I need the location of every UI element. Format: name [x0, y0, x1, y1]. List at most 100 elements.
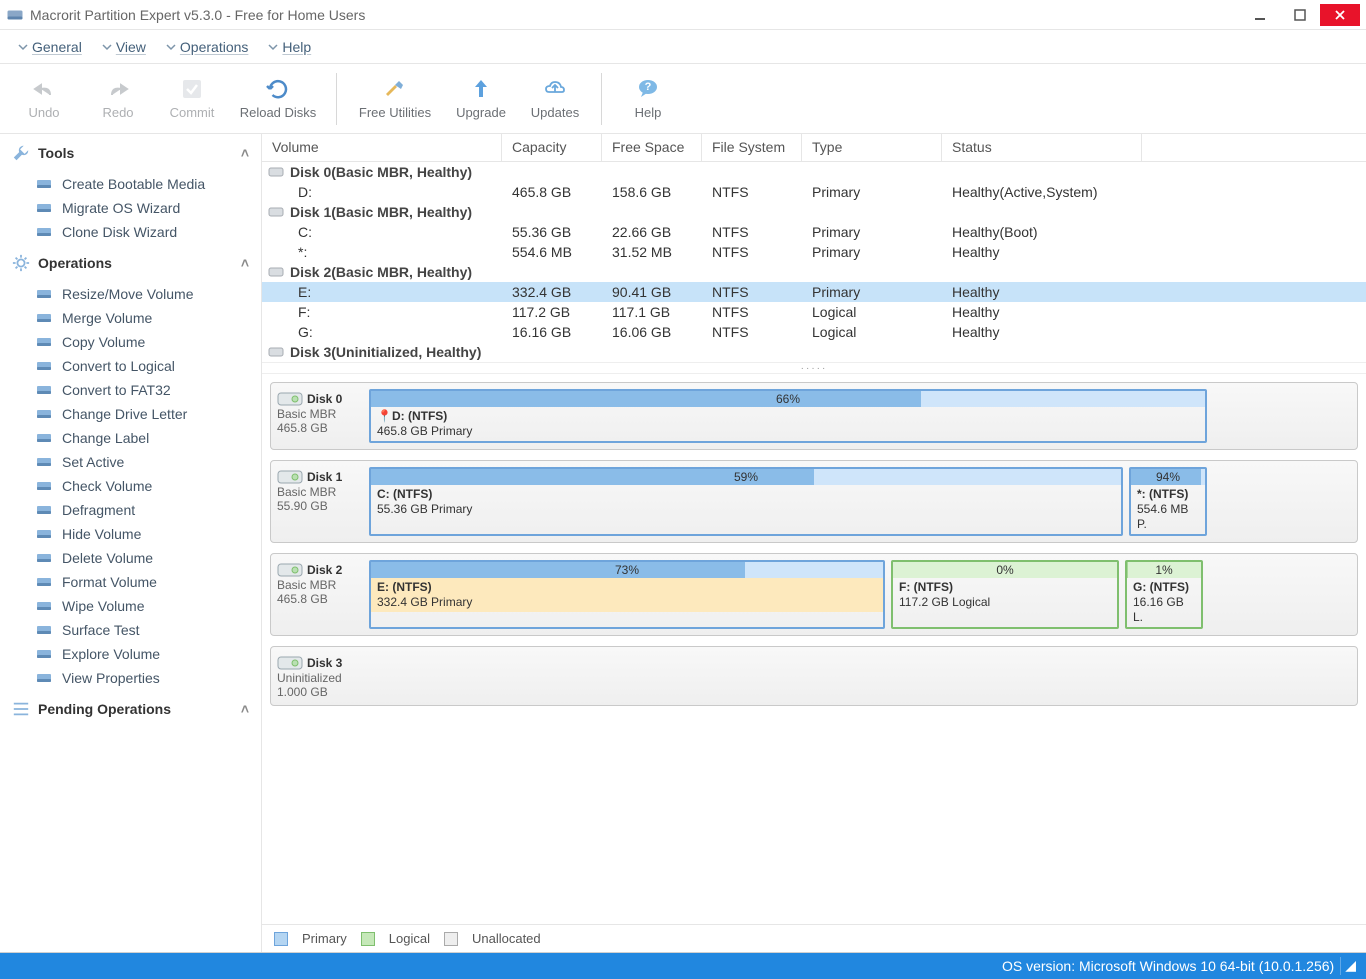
- window-title: Macrorit Partition Expert v5.3.0 - Free …: [30, 7, 1240, 23]
- disk-block[interactable]: Disk 3Uninitialized1.000 GB: [270, 646, 1358, 706]
- cloud-update-icon: [543, 77, 567, 101]
- disk-diagram[interactable]: Disk 0Basic MBR465.8 GB66%📍D: (NTFS)465.…: [262, 374, 1366, 924]
- disk-info: Disk 1Basic MBR55.90 GB: [277, 467, 363, 536]
- minimize-button[interactable]: [1240, 4, 1280, 26]
- col-fs[interactable]: File System: [702, 134, 802, 161]
- app-icon: [6, 6, 24, 24]
- sidebar-item[interactable]: Explore Volume: [0, 642, 261, 666]
- legend: Primary Logical Unallocated: [262, 924, 1366, 952]
- commit-button[interactable]: Commit: [158, 77, 226, 120]
- partition-card[interactable]: 59%C: (NTFS)55.36 GB Primary: [369, 467, 1123, 536]
- updates-button[interactable]: Updates: [521, 77, 589, 120]
- sidebar-item[interactable]: Convert to Logical: [0, 354, 261, 378]
- table-header: Volume Capacity Free Space File System T…: [262, 134, 1366, 162]
- legend-logical-swatch: [361, 932, 375, 946]
- sidebar-item[interactable]: Format Volume: [0, 570, 261, 594]
- sidebar-item[interactable]: Set Active: [0, 450, 261, 474]
- redo-button[interactable]: Redo: [84, 77, 152, 120]
- col-volume[interactable]: Volume: [262, 134, 502, 161]
- partition-row[interactable]: D:465.8 GB158.6 GBNTFSPrimaryHealthy(Act…: [262, 182, 1366, 202]
- free-utilities-button[interactable]: Free Utilities: [349, 77, 441, 120]
- titlebar: Macrorit Partition Expert v5.3.0 - Free …: [0, 0, 1366, 30]
- sidebar-item[interactable]: Delete Volume: [0, 546, 261, 570]
- reload-button[interactable]: Reload Disks: [232, 77, 324, 120]
- statusbar-text: OS version: Microsoft Windows 10 64-bit …: [1002, 958, 1334, 974]
- sidebar-item[interactable]: Wipe Volume: [0, 594, 261, 618]
- col-free[interactable]: Free Space: [602, 134, 702, 161]
- upgrade-icon: [469, 77, 493, 101]
- partition-card[interactable]: 66%📍D: (NTFS)465.8 GB Primary: [369, 389, 1207, 443]
- sidebar-ops-head[interactable]: Operations ˄: [0, 244, 261, 282]
- sidebar-item[interactable]: View Properties: [0, 666, 261, 690]
- sidebar-item[interactable]: Migrate OS Wizard: [0, 196, 261, 220]
- sidebar-item[interactable]: Copy Volume: [0, 330, 261, 354]
- col-capacity[interactable]: Capacity: [502, 134, 602, 161]
- col-type[interactable]: Type: [802, 134, 942, 161]
- menu-operations-label: Operations: [180, 39, 248, 55]
- partition-row[interactable]: *:554.6 MB31.52 MBNTFSPrimaryHealthy: [262, 242, 1366, 262]
- chevron-down-icon: [18, 42, 28, 52]
- menu-view[interactable]: View: [92, 30, 156, 63]
- tools-icon: [383, 77, 407, 101]
- disk-info: Disk 2Basic MBR465.8 GB: [277, 560, 363, 629]
- chevron-up-icon: ˄: [241, 145, 249, 161]
- sidebar[interactable]: Tools ˄ Create Bootable MediaMigrate OS …: [0, 134, 262, 952]
- sidebar-item[interactable]: Change Drive Letter: [0, 402, 261, 426]
- disk-header-row[interactable]: Disk 1(Basic MBR, Healthy): [262, 202, 1366, 222]
- volume-list[interactable]: Disk 0(Basic MBR, Healthy)D:465.8 GB158.…: [262, 162, 1366, 362]
- help-button[interactable]: ? Help: [614, 77, 682, 120]
- splitter-handle[interactable]: ·····: [262, 362, 1366, 374]
- menu-help-label: Help: [282, 39, 311, 55]
- chevron-down-icon: [102, 42, 112, 52]
- upgrade-button[interactable]: Upgrade: [447, 77, 515, 120]
- menu-operations[interactable]: Operations: [156, 30, 258, 63]
- svg-text:?: ?: [645, 81, 652, 93]
- menu-general[interactable]: General: [8, 30, 92, 63]
- disk-header-row[interactable]: Disk 3(Uninitialized, Healthy): [262, 342, 1366, 362]
- disk-block[interactable]: Disk 2Basic MBR465.8 GB73%E: (NTFS)332.4…: [270, 553, 1358, 636]
- disk-block[interactable]: Disk 0Basic MBR465.8 GB66%📍D: (NTFS)465.…: [270, 382, 1358, 450]
- legend-primary-swatch: [274, 932, 288, 946]
- statusbar: OS version: Microsoft Windows 10 64-bit …: [0, 953, 1366, 979]
- toolbar: Undo Redo Commit Reload Disks Free Utili…: [0, 64, 1366, 134]
- close-button[interactable]: [1320, 4, 1360, 26]
- sidebar-item[interactable]: Check Volume: [0, 474, 261, 498]
- sidebar-tools-head[interactable]: Tools ˄: [0, 134, 261, 172]
- partition-row[interactable]: F:117.2 GB117.1 GBNTFSLogicalHealthy: [262, 302, 1366, 322]
- sidebar-pending-head[interactable]: Pending Operations ˄: [0, 690, 261, 728]
- partition-row[interactable]: C:55.36 GB22.66 GBNTFSPrimaryHealthy(Boo…: [262, 222, 1366, 242]
- sidebar-item[interactable]: Create Bootable Media: [0, 172, 261, 196]
- chevron-up-icon: ˄: [241, 701, 249, 717]
- sidebar-item[interactable]: Clone Disk Wizard: [0, 220, 261, 244]
- partition-row[interactable]: E:332.4 GB90.41 GBNTFSPrimaryHealthy: [262, 282, 1366, 302]
- undo-icon: [32, 77, 56, 101]
- col-status[interactable]: Status: [942, 134, 1142, 161]
- wrench-icon: [12, 144, 30, 162]
- maximize-button[interactable]: [1280, 4, 1320, 26]
- legend-primary-label: Primary: [302, 931, 347, 946]
- reload-icon: [266, 77, 290, 101]
- menu-help[interactable]: Help: [258, 30, 321, 63]
- partition-card[interactable]: 94%*: (NTFS)554.6 MB P.: [1129, 467, 1207, 536]
- disk-block[interactable]: Disk 1Basic MBR55.90 GB59%C: (NTFS)55.36…: [270, 460, 1358, 543]
- sidebar-item[interactable]: Surface Test: [0, 618, 261, 642]
- gear-icon: [12, 254, 30, 272]
- sidebar-item[interactable]: Convert to FAT32: [0, 378, 261, 402]
- sidebar-item[interactable]: Change Label: [0, 426, 261, 450]
- undo-button[interactable]: Undo: [10, 77, 78, 120]
- sidebar-item[interactable]: Defragment: [0, 498, 261, 522]
- menu-general-label: General: [32, 39, 82, 55]
- toolbar-separator: [336, 73, 337, 125]
- chevron-down-icon: [166, 42, 176, 52]
- disk-header-row[interactable]: Disk 0(Basic MBR, Healthy): [262, 162, 1366, 182]
- legend-unalloc-label: Unallocated: [472, 931, 541, 946]
- partition-card[interactable]: 0%F: (NTFS)117.2 GB Logical: [891, 560, 1119, 629]
- partition-card[interactable]: 1%G: (NTFS)16.16 GB L.: [1125, 560, 1203, 629]
- sidebar-item[interactable]: Resize/Move Volume: [0, 282, 261, 306]
- partition-card[interactable]: 73%E: (NTFS)332.4 GB Primary: [369, 560, 885, 629]
- commit-icon: [180, 77, 204, 101]
- disk-header-row[interactable]: Disk 2(Basic MBR, Healthy): [262, 262, 1366, 282]
- sidebar-item[interactable]: Hide Volume: [0, 522, 261, 546]
- partition-row[interactable]: G:16.16 GB16.06 GBNTFSLogicalHealthy: [262, 322, 1366, 342]
- sidebar-item[interactable]: Merge Volume: [0, 306, 261, 330]
